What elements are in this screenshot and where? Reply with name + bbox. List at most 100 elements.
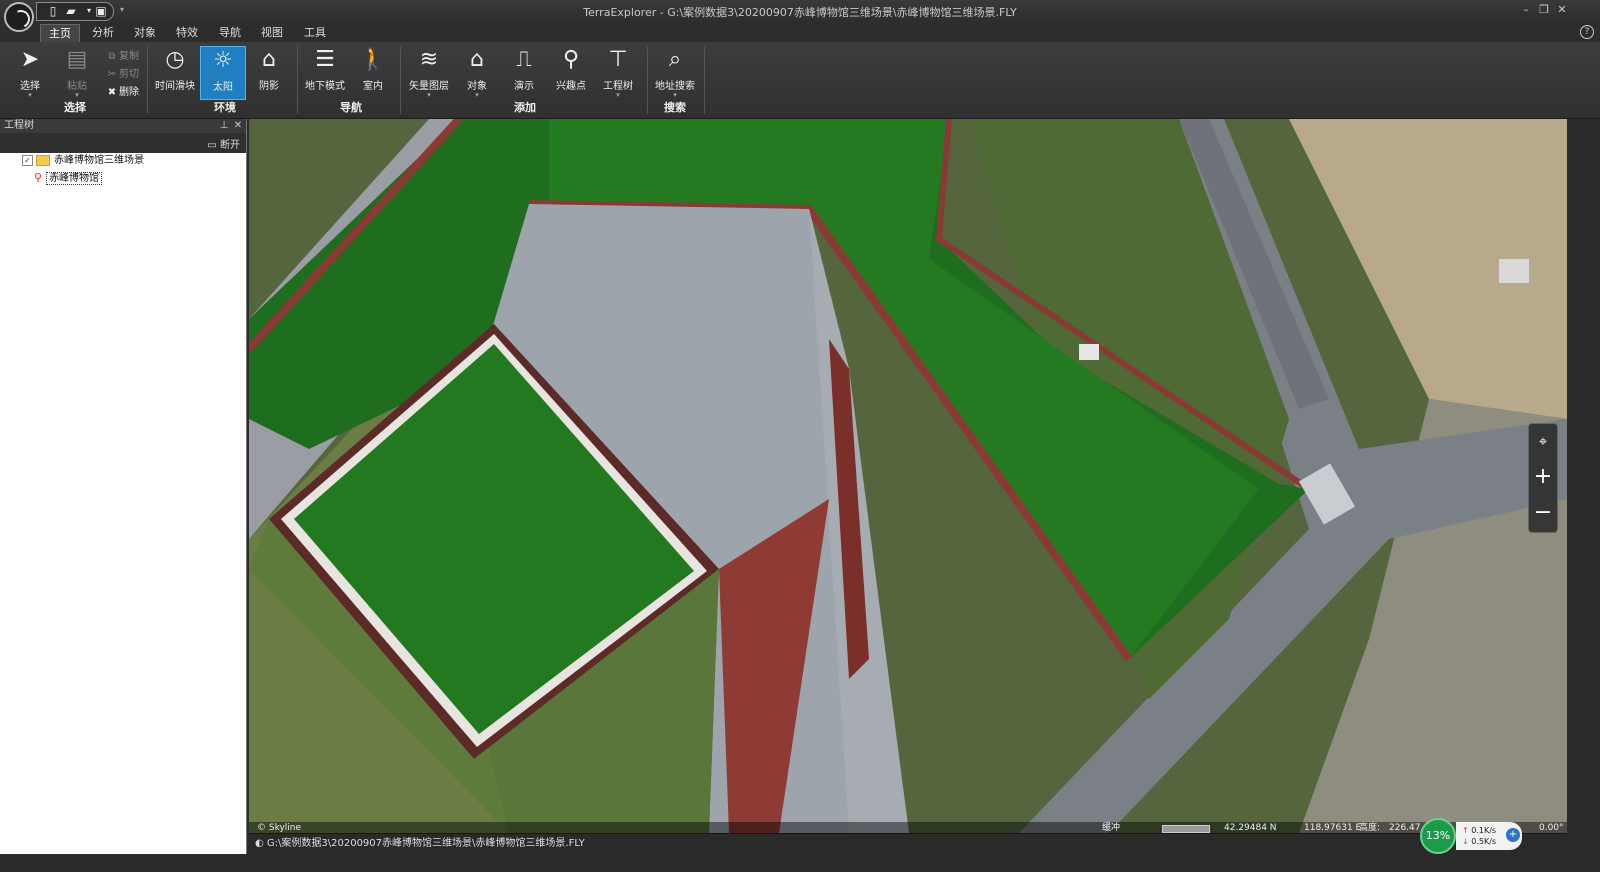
heading-readout: 0.00° — [1539, 823, 1564, 833]
copy-icon: ⧉ — [108, 51, 116, 62]
tree-checkbox[interactable]: ✓ — [22, 154, 33, 166]
chevron-down-icon: ▾ — [673, 91, 677, 99]
group-label-search: 搜索 — [664, 101, 686, 114]
tab-effects[interactable]: 特效 — [168, 24, 206, 41]
chevron-down-icon: ▾ — [427, 91, 431, 99]
group-label-navigation: 导航 — [340, 101, 362, 114]
scissors-icon: ✂ — [107, 69, 117, 80]
tab-objects[interactable]: 对象 — [126, 24, 164, 41]
group-label-add: 添加 — [514, 101, 536, 114]
sun-button[interactable]: ☼ 太阳 — [200, 46, 246, 100]
chevron-down-icon: ▾ — [616, 91, 620, 99]
sun-icon: ☼ — [213, 48, 233, 73]
zoom-out-button[interactable]: − — [1529, 498, 1557, 528]
group-separator — [147, 46, 148, 114]
clock-icon: ◷ — [165, 47, 185, 72]
folder-icon — [36, 154, 50, 166]
latitude-readout: 42.29484 N — [1224, 823, 1277, 833]
app-small-icon: ◐ — [255, 838, 267, 849]
buffer-label: 缓冲 — [1102, 823, 1121, 833]
location-pin-icon: ⚲ — [34, 171, 43, 184]
panel-header: 工程树 ⊥ ✕ — [0, 119, 246, 133]
chevron-down-icon: ▾ — [28, 91, 32, 99]
status-bar: ◐ G:\案例数据3\20200907赤峰博物馆三维场景\赤峰博物馆三维场景.F… — [249, 834, 1600, 854]
minimize-button[interactable]: – — [1518, 3, 1534, 17]
app-logo-icon[interactable] — [4, 2, 34, 32]
upload-arrow-icon: ↑ — [1462, 826, 1472, 835]
map-pin-icon: ⚲ — [562, 47, 580, 72]
longitude-readout: 118.97631 E — [1304, 823, 1362, 833]
cut-button[interactable]: ✂ 剪切 — [105, 65, 139, 81]
title-bar: ▯ ▰ ▾ ▣ ▾ TerraExplorer - G:\案例数据3\20200… — [0, 0, 1600, 22]
altitude-label: 高度: — [1359, 823, 1381, 833]
vector-layer-button[interactable]: ≋ 矢量图层 ▾ — [406, 46, 452, 100]
tab-view[interactable]: 视图 — [253, 24, 291, 41]
group-separator — [297, 46, 298, 114]
menu-bar: 主页 分析 对象 特效 导航 视图 工具 ? — [0, 22, 1600, 42]
tree-item-location[interactable]: ⚲ 赤峰博物馆 — [34, 170, 103, 186]
shadow-button[interactable]: ⌂ 阴影 — [246, 46, 292, 100]
copy-button[interactable]: ⧉ 复制 — [105, 47, 139, 63]
tab-tools[interactable]: 工具 — [296, 24, 334, 41]
zoom-in-button[interactable]: + — [1529, 462, 1557, 492]
3d-viewport[interactable] — [249, 119, 1567, 833]
presentation-board-icon: ⎍ — [516, 47, 532, 72]
walking-person-icon: 🚶 — [359, 47, 387, 72]
panel-title: 工程树 — [4, 120, 34, 131]
cursor-arrow-icon: ➤ — [20, 47, 40, 72]
restore-button[interactable]: ❐ — [1536, 3, 1552, 17]
magnifier-icon: ⌕ — [668, 47, 682, 72]
tab-navigation[interactable]: 导航 — [211, 24, 249, 41]
skyline-credit: © Skyline — [257, 823, 302, 833]
group-separator — [400, 46, 401, 114]
project-tree-button[interactable]: ⊤ 工程树 ▾ — [595, 46, 641, 100]
zoom-to-extent-icon[interactable]: ⌖ — [1529, 426, 1557, 456]
upload-speed: ↑ 0.1K/s — [1462, 826, 1497, 835]
disconnect-icon: ▭ — [207, 140, 220, 151]
disconnect-button[interactable]: ▭ 断开 — [207, 136, 240, 151]
project-tree-panel: 工程树 ⊥ ✕ ▭ 断开 ✓ 赤峰博物馆三维场景 ⚲ 赤峰博物馆 — [0, 119, 247, 872]
delete-x-icon: ✖ — [107, 87, 117, 98]
poi-button[interactable]: ⚲ 兴趣点 — [548, 46, 594, 100]
time-slider-button[interactable]: ◷ 时间滑块 — [152, 46, 198, 100]
select-button[interactable]: ➤ 选择 ▾ — [7, 46, 53, 100]
close-panel-icon[interactable]: ✕ — [232, 119, 244, 133]
layers-stack-icon: ≋ — [419, 47, 439, 72]
tab-home[interactable]: 主页 — [40, 24, 80, 42]
status-file-path: ◐ G:\案例数据3\20200907赤峰博物馆三维场景\赤峰博物馆三维场景.F… — [255, 838, 585, 849]
chevron-down-icon: ▾ — [475, 91, 479, 99]
navigation-control: ⌖ + − — [1528, 423, 1558, 533]
pin-panel-icon[interactable]: ⊥ — [218, 119, 230, 133]
hierarchy-tree-icon: ⊤ — [608, 47, 628, 72]
tree-item-scene[interactable]: ✓ 赤峰博物馆三维场景 — [22, 153, 144, 169]
network-speed-box: ↑ 0.1K/s ↓ 0.5K/s + — [1456, 822, 1522, 850]
object-button[interactable]: ⌂ 对象 ▾ — [454, 46, 500, 100]
delete-button[interactable]: ✖ 删除 — [105, 83, 139, 99]
house-shadow-icon: ⌂ — [262, 47, 276, 72]
network-percent-badge: 13% — [1420, 818, 1456, 854]
download-speed: ↓ 0.5K/s — [1462, 837, 1497, 846]
presentation-button[interactable]: ⎍ 演示 — [501, 46, 547, 100]
tab-analysis[interactable]: 分析 — [84, 24, 122, 41]
altitude-readout: 226.47 — [1389, 823, 1421, 833]
aerial-scene-image — [249, 119, 1567, 833]
address-search-button[interactable]: ⌕ 地址搜索 ▾ — [652, 46, 698, 100]
chevron-down-icon: ▾ — [75, 91, 79, 99]
clipboard-icon: ▤ — [66, 47, 88, 72]
panel-toolbar: ▭ 断开 — [0, 133, 246, 153]
paste-button[interactable]: ▤ 粘贴 ▾ — [54, 46, 100, 100]
bottom-strip — [0, 854, 1600, 872]
network-plus-icon[interactable]: + — [1506, 828, 1520, 842]
view-status-bar: © Skyline 缓冲 42.29484 N 118.97631 E 高度: … — [249, 822, 1567, 834]
group-label-select: 选择 — [64, 101, 86, 114]
group-label-environment: 环境 — [214, 101, 236, 114]
house-icon: ⌂ — [470, 47, 484, 72]
close-button[interactable]: ✕ — [1554, 3, 1570, 17]
group-separator — [704, 46, 705, 114]
network-speed-widget[interactable]: ↑ 0.1K/s ↓ 0.5K/s + 13% — [1418, 818, 1522, 856]
indoor-button[interactable]: 🚶 室内 — [350, 46, 396, 100]
buffer-progress — [1162, 825, 1210, 833]
underground-mode-button[interactable]: ☰ 地下模式 — [302, 46, 348, 100]
help-icon[interactable]: ? — [1580, 25, 1594, 39]
window-title: TerraExplorer - G:\案例数据3\20200907赤峰博物馆三维… — [583, 6, 1017, 19]
